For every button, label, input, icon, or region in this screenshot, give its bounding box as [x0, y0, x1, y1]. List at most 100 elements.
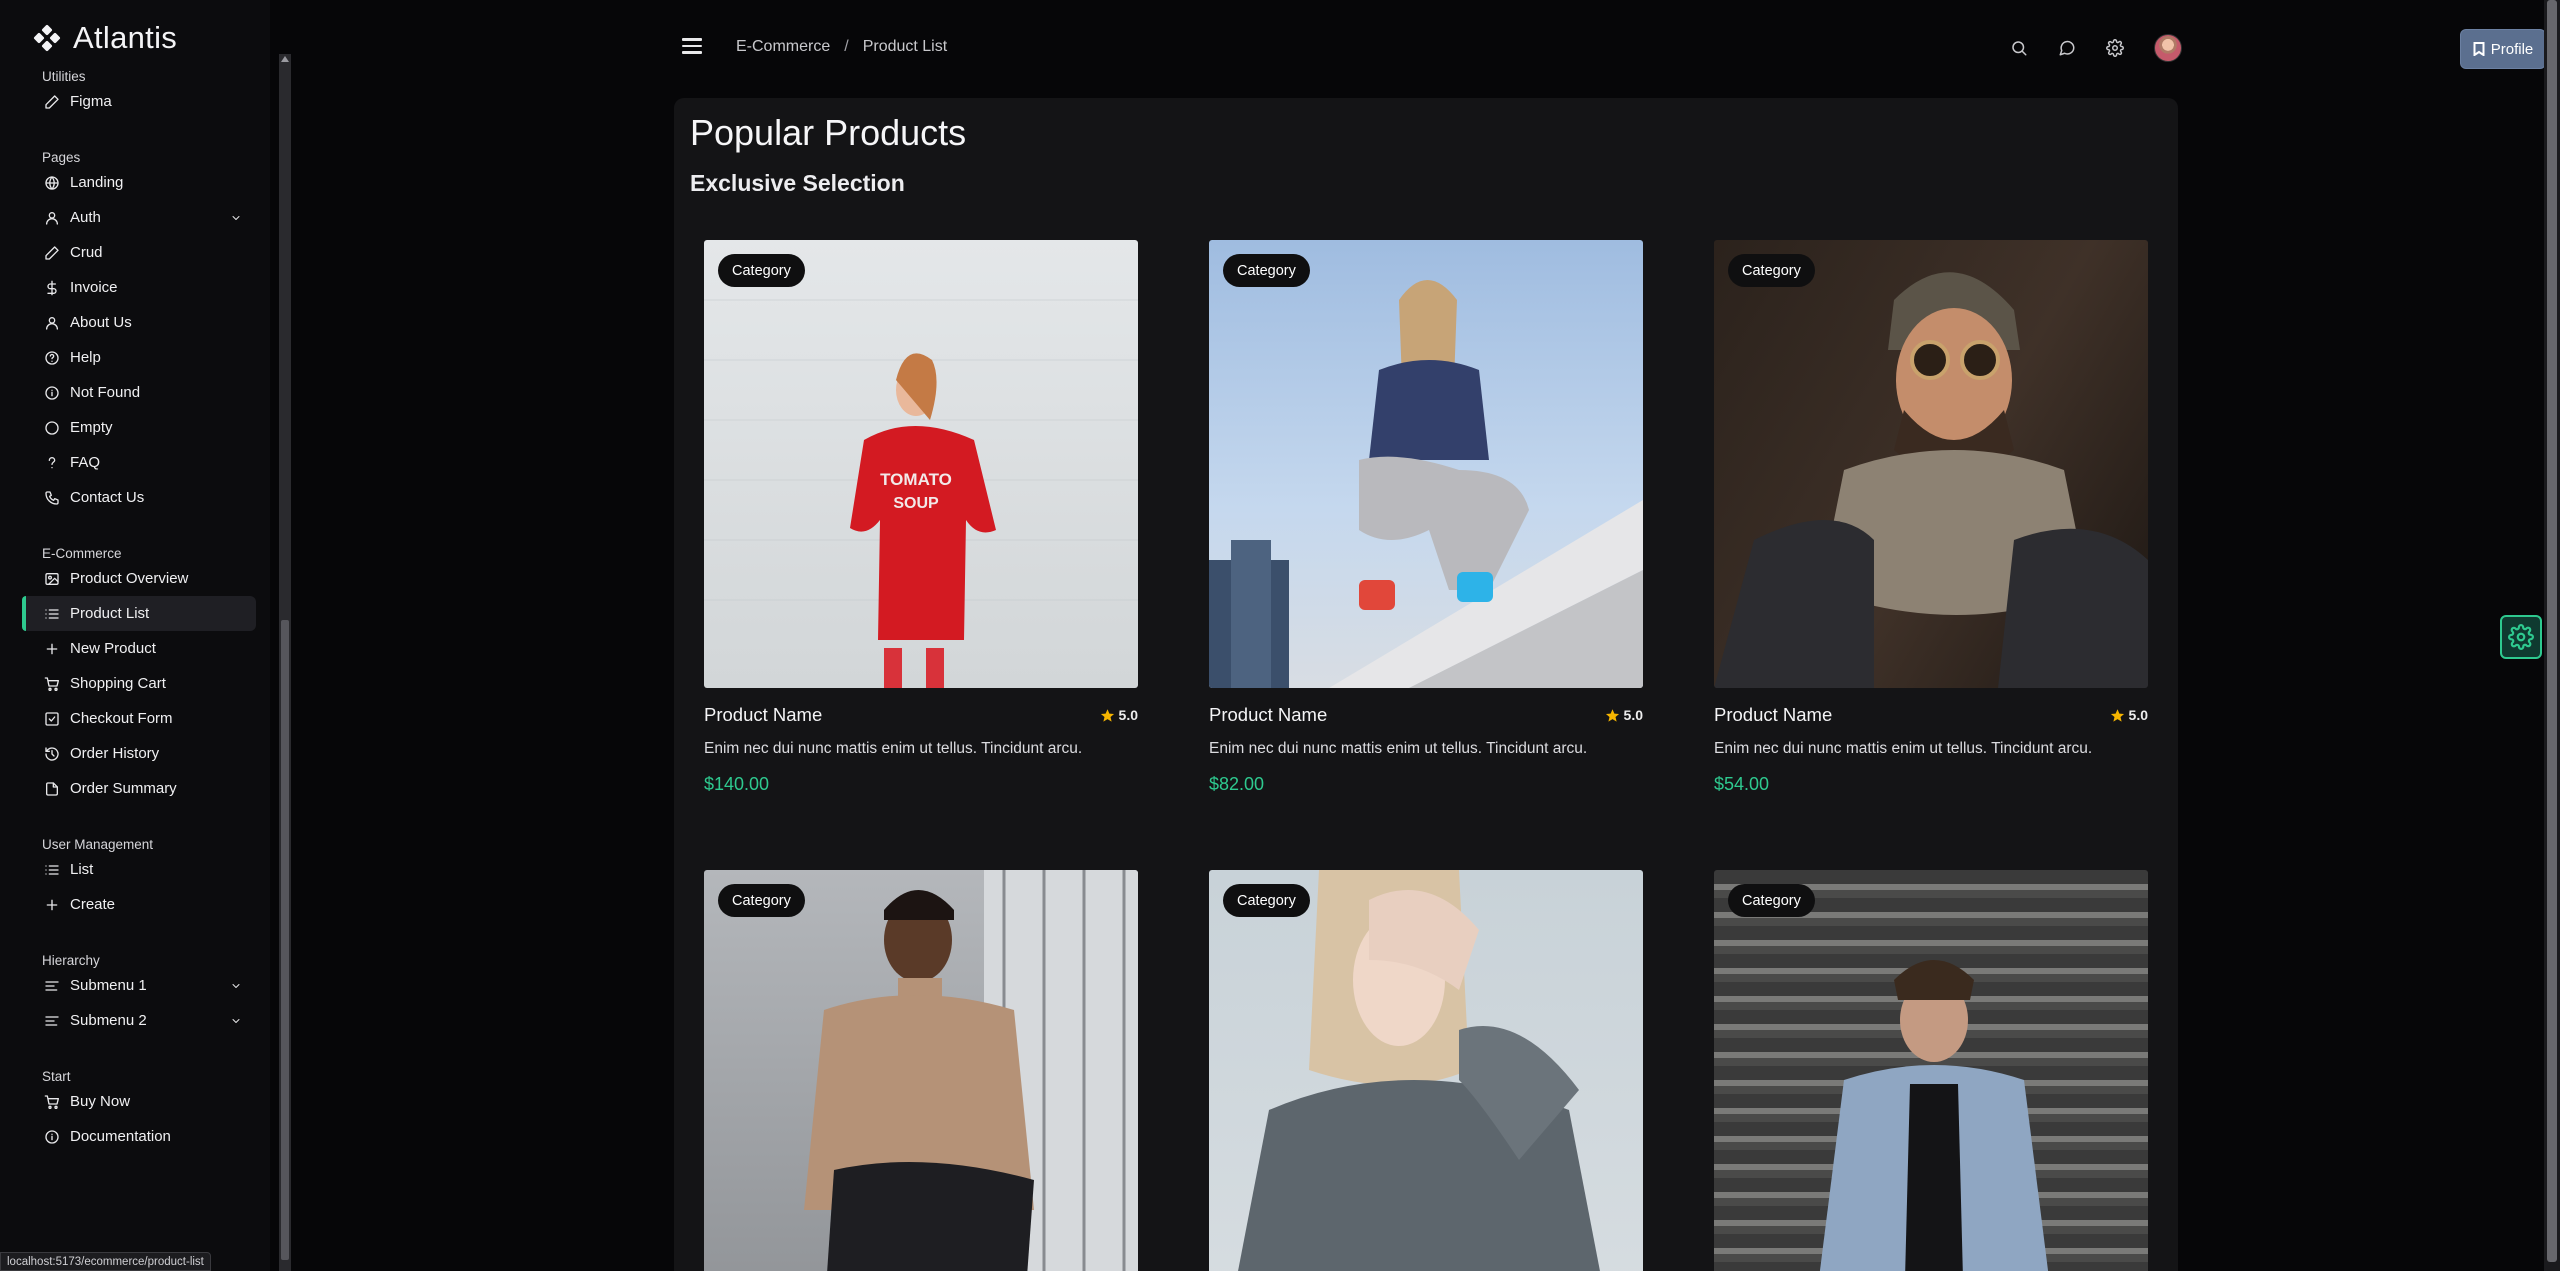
product-name[interactable]: Product Name	[1209, 704, 1327, 726]
product-description: Enim nec dui nunc mattis enim ut tellus.…	[704, 740, 1083, 757]
theme-settings-button[interactable]	[2500, 615, 2542, 659]
app-logo[interactable]: Atlantis	[33, 18, 177, 58]
sidebar-item-documentation[interactable]: Documentation	[22, 1119, 256, 1154]
sidebar-scrollbar-thumb[interactable]	[281, 620, 289, 1260]
sidebar-item-checkout-form[interactable]: Checkout Form	[22, 701, 256, 736]
product-price: $54.00	[1714, 774, 1770, 794]
product-name[interactable]: Product Name	[704, 704, 822, 726]
menu-toggle-icon[interactable]	[682, 38, 702, 54]
sidebar-item-label: Submenu 1	[70, 977, 147, 994]
product-card[interactable]: Category	[704, 870, 1138, 1271]
sidebar-item-label: Checkout Form	[70, 710, 173, 727]
breadcrumb: E-Commerce / Product List	[736, 38, 947, 56]
sidebar-item-label: New Product	[70, 640, 156, 657]
sidebar-item-figma[interactable]: Figma	[22, 84, 256, 119]
history-icon	[45, 746, 59, 761]
sidebar-item-buy-now[interactable]: Buy Now	[22, 1084, 256, 1119]
gear-icon	[2508, 624, 2534, 650]
sidebar-item-submenu-1[interactable]: Submenu 1	[22, 968, 256, 1003]
plus-icon	[46, 643, 58, 654]
sidebar-item-new-product[interactable]: New Product	[22, 631, 256, 666]
profile-button[interactable]: Profile	[2461, 30, 2545, 68]
sidebar-item-order-history[interactable]: Order History	[22, 736, 256, 771]
product-photo-man-turtleneck	[804, 870, 1138, 1271]
page-title: Popular Products	[690, 112, 967, 153]
nav-section-gap	[22, 1038, 256, 1062]
sidebar-item-label: FAQ	[70, 454, 101, 471]
chevron-down-icon[interactable]	[230, 212, 242, 224]
product-name[interactable]: Product Name	[1714, 704, 1832, 726]
sidebar-item-not-found[interactable]: Not Found	[22, 375, 256, 410]
page-scrollbar-thumb[interactable]	[2547, 0, 2557, 1262]
product-card[interactable]: Category Product Name 5.0 Enim nec dui n…	[1714, 240, 2148, 795]
user-avatar[interactable]	[2154, 34, 2182, 62]
sidebar-item-create[interactable]: Create	[22, 887, 256, 922]
breadcrumb-ecommerce[interactable]: E-Commerce	[736, 38, 830, 56]
sidebar-item-help[interactable]: Help	[22, 340, 256, 375]
product-photo-woman-sunglasses-sitting	[1209, 280, 1643, 688]
sidebar-item-crud[interactable]: Crud	[22, 235, 256, 270]
gear-icon[interactable]	[2106, 39, 2124, 57]
sidebar-item-label: Product List	[70, 605, 150, 622]
product-card[interactable]: Category Product Name 5.0 Enim nec dui n…	[1209, 240, 1643, 795]
sidebar-item-order-summary[interactable]: Order Summary	[22, 771, 256, 806]
product-image[interactable]: Category	[1209, 870, 1643, 1271]
product-card[interactable]: TOMATO SOUP Category Product Name 5.0 En…	[704, 240, 1138, 795]
phone-icon	[45, 490, 59, 505]
product-image[interactable]: TOMATO SOUP Category	[704, 240, 1138, 688]
pencil-icon	[45, 245, 59, 260]
scroll-up-arrow-icon[interactable]	[281, 56, 289, 62]
sidebar-item-about-us[interactable]: About Us	[22, 305, 256, 340]
chat-icon[interactable]	[2058, 39, 2076, 57]
sidebar-item-label: Empty	[70, 419, 113, 436]
info-circle-icon	[45, 1129, 59, 1144]
nav-section-gap	[22, 806, 256, 830]
sidebar-item-auth[interactable]: Auth	[22, 200, 256, 235]
sidebar-item-label: Auth	[70, 209, 101, 226]
sidebar-item-list[interactable]: List	[22, 852, 256, 887]
product-card[interactable]: Category	[1714, 870, 2148, 1271]
sidebar-item-label: Order History	[70, 745, 160, 762]
sidebar-item-label: Landing	[70, 174, 124, 191]
bookmark-icon	[2473, 42, 2485, 56]
product-photo-woman-grey-shirt	[1238, 870, 1600, 1271]
sidebar-item-label: About Us	[70, 314, 132, 331]
product-image[interactable]: Category	[1209, 240, 1643, 688]
sidebar-item-faq[interactable]: FAQ	[22, 445, 256, 480]
rating-value: 5.0	[1118, 707, 1138, 723]
product-image[interactable]: Category	[1714, 870, 2148, 1271]
star-icon	[1605, 708, 1619, 722]
sidebar-item-label: Order Summary	[70, 780, 177, 797]
align-icon	[45, 980, 59, 991]
category-badge: Category	[1728, 254, 1815, 287]
product-image[interactable]: Category	[704, 870, 1138, 1271]
product-image[interactable]: Category	[1714, 240, 2148, 688]
search-icon[interactable]	[2010, 39, 2028, 57]
sidebar-item-submenu-2[interactable]: Submenu 2	[22, 1003, 256, 1038]
sidebar-item-label: Figma	[70, 93, 112, 110]
info-circle-icon	[45, 385, 59, 400]
nav-section-title: Pages	[42, 150, 81, 165]
sidebar-item-empty[interactable]: Empty	[22, 410, 256, 445]
chevron-down-icon[interactable]	[230, 980, 242, 992]
sidebar-item-label: Product Overview	[70, 570, 189, 587]
category-badge: Category	[1728, 884, 1815, 917]
chevron-down-icon[interactable]	[230, 1015, 242, 1027]
sidebar-item-contact-us[interactable]: Contact Us	[22, 480, 256, 515]
product-price: $140.00	[704, 774, 770, 794]
sidebar-item-invoice[interactable]: Invoice	[22, 270, 256, 305]
image-icon	[45, 572, 59, 585]
sidebar-item-label: Create	[70, 896, 116, 913]
star-icon	[2110, 708, 2124, 722]
product-price: $82.00	[1209, 774, 1265, 794]
product-card[interactable]: Category	[1209, 870, 1643, 1271]
sidebar-item-label: Crud	[70, 244, 103, 261]
status-bar-url: localhost:5173/ecommerce/product-list	[0, 1252, 211, 1271]
sidebar-item-shopping-cart[interactable]: Shopping Cart	[22, 666, 256, 701]
sidebar-item-product-list[interactable]: Product List	[22, 596, 256, 631]
sidebar-item-landing[interactable]: Landing	[22, 165, 256, 200]
globe-icon	[45, 175, 59, 190]
sidebar-item-product-overview[interactable]: Product Overview	[22, 561, 256, 596]
sidebar-nav: Utilities Figma Pages Landing Auth Crud Invoic…	[22, 62, 256, 1154]
sidebar-item-label: Contact Us	[70, 489, 145, 506]
